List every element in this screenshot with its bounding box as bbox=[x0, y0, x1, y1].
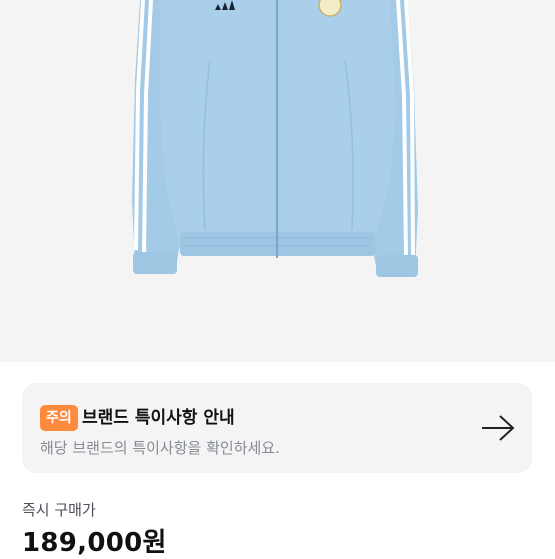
notice-subtitle: 해당 브랜드의 특이사항을 확인하세요. bbox=[40, 439, 280, 457]
product-info-section: 주의 브랜드 특이사항 안내 해당 브랜드의 특이사항을 확인하세요. 즉시 구… bbox=[0, 362, 555, 558]
instant-buy-price: 189,000원 bbox=[22, 528, 167, 558]
caution-badge: 주의 bbox=[40, 405, 78, 431]
jacket-illustration bbox=[132, 0, 418, 277]
arrow-right-icon[interactable] bbox=[480, 413, 516, 447]
product-image[interactable] bbox=[0, 0, 555, 362]
brand-notice-card[interactable]: 주의 브랜드 특이사항 안내 해당 브랜드의 특이사항을 확인하세요. bbox=[22, 383, 532, 473]
instant-buy-label: 즉시 구매가 bbox=[22, 501, 96, 519]
notice-title: 브랜드 특이사항 안내 bbox=[82, 408, 235, 428]
